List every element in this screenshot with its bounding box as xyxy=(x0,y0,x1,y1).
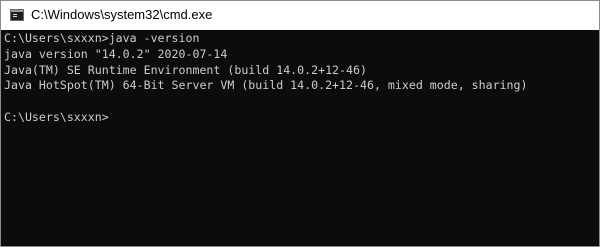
cmd-window: C:\Windows\system32\cmd.exe C:\Users\sxx… xyxy=(0,0,600,247)
console-output[interactable]: C:\Users\sxxxn>java -version java versio… xyxy=(1,30,599,246)
window-title: C:\Windows\system32\cmd.exe xyxy=(31,7,213,22)
console-line-version: java version "14.0.2" 2020-07-14 xyxy=(4,46,228,61)
console-prompt[interactable]: C:\Users\sxxxn> xyxy=(4,110,599,126)
title-bar[interactable]: C:\Windows\system32\cmd.exe xyxy=(1,1,599,30)
console-line-vm: Java HotSpot(TM) 64-Bit Server VM (build… xyxy=(4,78,528,93)
command-prompt-icon[interactable] xyxy=(10,9,24,21)
console-line-runtime: Java(TM) SE Runtime Environment (build 1… xyxy=(4,62,367,77)
console-line-command: C:\Users\sxxxn>java -version xyxy=(4,31,200,45)
